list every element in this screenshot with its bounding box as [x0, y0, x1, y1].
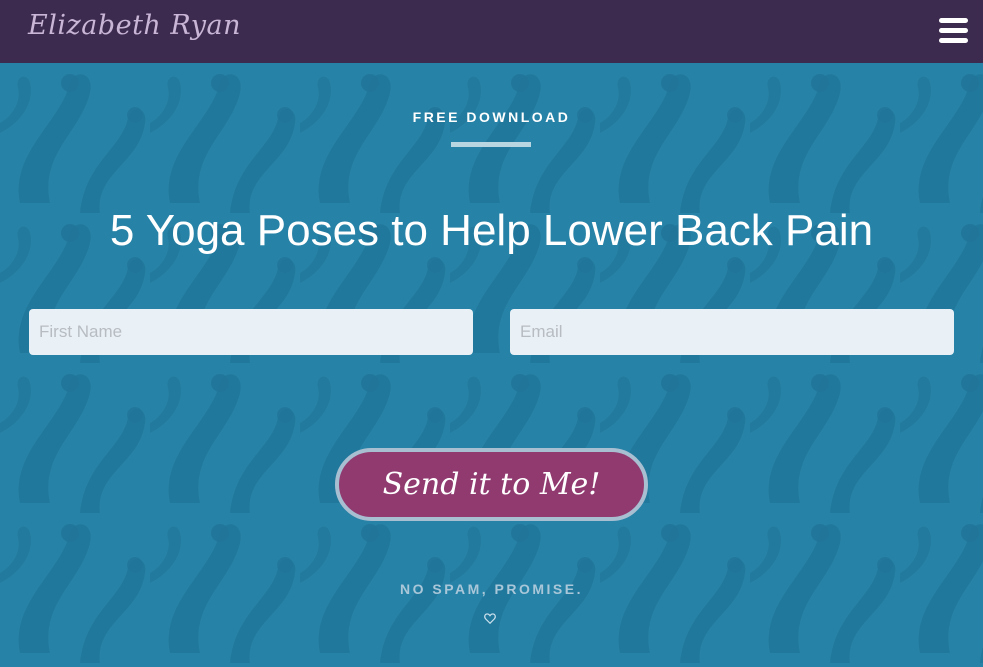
no-spam-note: NO SPAM, PROMISE.: [399, 581, 584, 597]
menu-bar-top: [939, 18, 968, 23]
email-field[interactable]: [510, 309, 954, 355]
menu-bar-middle: [939, 28, 968, 33]
send-it-to-me-button[interactable]: Send it to Me!: [335, 448, 648, 521]
signup-hero: FREE DOWNLOAD 5 Yoga Poses to Help Lower…: [0, 63, 983, 667]
site-logo[interactable]: Elizabeth Ryan: [28, 10, 241, 41]
paisley-pattern-background: [0, 63, 983, 667]
first-name-field[interactable]: [29, 309, 473, 355]
eyebrow-divider: [451, 142, 531, 147]
page-title: 5 Yoga Poses to Help Lower Back Pain: [109, 206, 874, 255]
free-download-label: FREE DOWNLOAD: [412, 109, 571, 125]
hamburger-menu-icon[interactable]: [939, 18, 968, 44]
menu-bar-bottom: [939, 38, 968, 43]
heart-outline-icon: [484, 613, 496, 625]
site-header: Elizabeth Ryan: [0, 0, 983, 63]
